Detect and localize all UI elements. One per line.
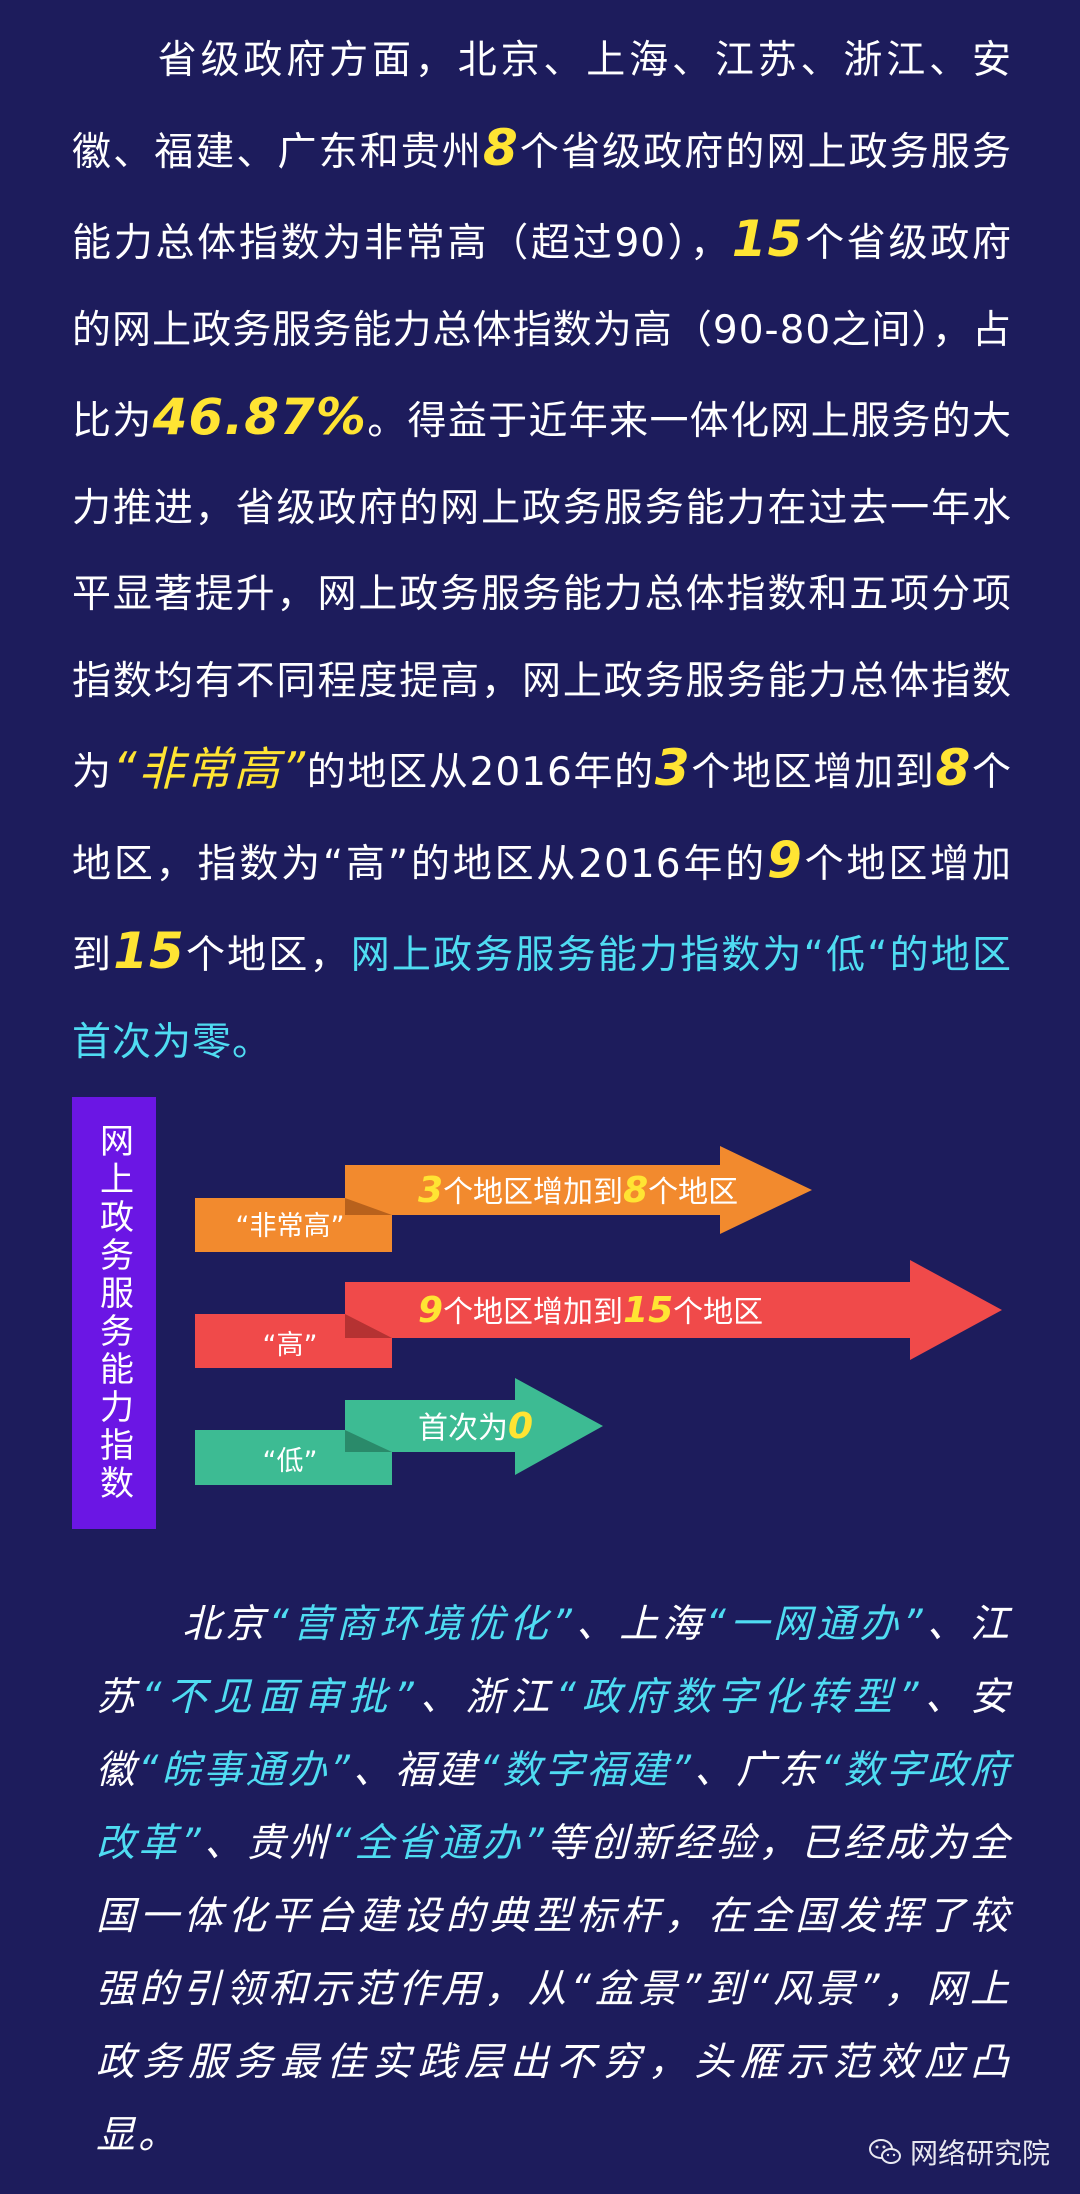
paragraph-province-summary: 省级政府方面，北京、上海、江苏、浙江、安徽、福建、广东和贵州8个省级政府的网上政… [72,18,1012,1086]
highlight-number: 9 [767,830,803,889]
highlight-number: 8 [483,118,519,177]
highlight-quote: “皖事通办” [138,1748,353,1793]
highlight-number: 15 [731,210,804,268]
text: 的地区从2016年的 [306,750,655,795]
arrow-text-very-high: 3个地区增加到8个地区 [418,1170,738,1211]
label-high: “高” [263,1330,318,1361]
highlight-quote: “政府数字化转型” [555,1675,922,1720]
arrow-low-shape [195,1378,603,1485]
highlight-number: 8 [935,739,972,797]
text: 、浙江 [416,1675,556,1720]
arrow-very-high: “非常高” 3个地区增加到8个地区 [195,1146,812,1252]
arrow-high: “高” 9个地区增加到15个地区 [195,1260,1002,1368]
arrow-text-high: 9个地区增加到15个地区 [418,1290,763,1331]
highlight-quote: “营商环境优化” [268,1602,575,1647]
brand-name: 网络研究院 [909,2137,1050,2170]
text: 、广东 [694,1748,821,1793]
label-low: “低” [263,1446,318,1477]
arrow-diagram: “非常高” 3个地区增加到8个地区 “高” 9个地区增加到15个地区 “低” 首… [195,1146,1002,1485]
highlight-percent: 46.87% [152,388,367,446]
text: 北京 [96,1602,269,1647]
paragraph-innovation: 北京“营商环境优化”、上海“一网通办”、江苏“不见面审批”、浙江“政府数字化转型… [96,1588,1012,2172]
arrow-text-low: 首次为0 [418,1406,533,1447]
arrow-low: “低” 首次为0 [195,1378,603,1485]
text: 个地区， [184,933,351,978]
account-logo: 网络研究院 [868,2132,1050,2172]
text: 、贵州 [203,1821,331,1866]
highlight-quote: “数字福建” [479,1748,695,1793]
highlight-very-high: “非常高” [112,742,307,796]
highlight-quote: “一网通办” [705,1602,926,1647]
highlight-quote: “全省通办” [330,1821,547,1866]
text: 个地区增加到 [690,750,936,795]
text: 、福建 [352,1748,480,1793]
highlight-quote: “不见面审批” [141,1675,417,1720]
highlight-number: 3 [654,739,691,797]
text: 。得益于近年来一体化网上服务的大力推进，省级政府的网上政务服务能力在过去一年水平… [72,399,1012,795]
highlight-number: 15 [113,922,185,980]
text: 等创新经验，已经成为全国一体化平台建设的典型标杆，在全国发挥了较强的引领和示范作… [96,1821,1012,2158]
wechat-icon [868,2139,901,2164]
label-very-high: “非常高” [236,1211,345,1242]
text: 、上海 [574,1602,706,1647]
